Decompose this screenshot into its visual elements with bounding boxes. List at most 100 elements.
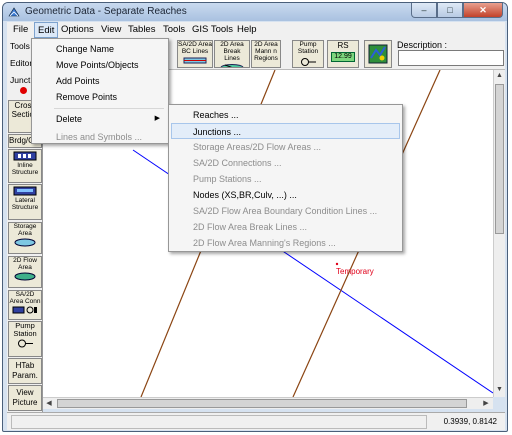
break-lines-icon — [220, 64, 244, 67]
storage-area-icon — [14, 238, 36, 247]
map-layers-button[interactable] — [364, 40, 392, 68]
menu-gis-tools[interactable]: GIS Tools — [192, 24, 233, 35]
menu-help[interactable]: Help — [237, 24, 257, 35]
geometric-data-window: Geometric Data - Separate Reaches – □ ✕ … — [2, 2, 508, 432]
close-button[interactable]: ✕ — [463, 3, 503, 18]
inline-structure-icon — [13, 151, 37, 161]
river-station-button[interactable]: RS 12.99 — [327, 40, 359, 68]
sa2d-area-conn-button[interactable]: SA/2D Area Conn — [8, 290, 42, 320]
area-mannings-regions-button[interactable]: 2D Area Mann n Regions — [251, 40, 281, 68]
pump-station-tool-label: Pump Station — [297, 41, 319, 55]
minimize-button[interactable]: – — [411, 3, 437, 18]
pump-icon — [301, 58, 316, 66]
menu-item-delete[interactable]: Delete ▶ — [32, 111, 168, 127]
rs-value: 12.99 — [331, 52, 355, 62]
menu-options[interactable]: Options — [61, 24, 94, 35]
view-picture-label: View Picture — [12, 388, 38, 407]
description-field[interactable] — [398, 50, 504, 66]
remove-points-label: Remove Points — [56, 92, 118, 102]
edit-menu: Change Name Move Points/Objects Add Poin… — [31, 38, 169, 144]
sa2d-area-bc-lines-button[interactable]: SA/2D Area BC Lines — [177, 40, 213, 68]
submenu-item-junctions[interactable]: Junctions ... — [171, 123, 400, 139]
area-break-lines-label: 2D Area Break Lines — [220, 41, 244, 62]
sa2d-conn-icon — [12, 306, 37, 314]
sa2d-connections-label: SA/2D Connections ... — [193, 158, 282, 168]
bc-lines-label: SA/2D Flow Area Boundary Condition Lines… — [193, 206, 378, 216]
htab-param-label: HTab Param. — [12, 361, 38, 380]
view-picture-button[interactable]: View Picture — [8, 385, 42, 411]
delete-label: Delete — [56, 114, 83, 124]
submenu-item-nodes[interactable]: Nodes (XS,BR,Culv, ...) ... — [169, 187, 402, 203]
area-mannings-regions-label: 2D Area Mann n Regions — [254, 41, 278, 62]
move-points-label: Move Points/Objects — [56, 60, 139, 70]
menu-separator — [54, 108, 164, 109]
storage-area-button[interactable]: Storage Area — [8, 222, 42, 254]
submenu-arrow-icon: ▶ — [154, 115, 160, 122]
flow-area-2d-button[interactable]: 2D Flow Area — [8, 256, 42, 288]
menu-item-remove-points[interactable]: Remove Points — [32, 89, 168, 105]
pump-stations-label: Pump Stations ... — [193, 174, 262, 184]
title-bar[interactable]: Geometric Data - Separate Reaches – □ ✕ — [3, 3, 507, 21]
pump-station-icon — [18, 339, 33, 348]
sa2d-area-conn-label: SA/2D Area Conn — [9, 291, 41, 305]
submenu-item-storage-areas: Storage Areas/2D Flow Areas ... — [169, 139, 402, 155]
htab-param-button[interactable]: HTab Param. — [8, 358, 42, 384]
menu-file[interactable]: File — [13, 24, 28, 35]
hec-ras-app-icon — [8, 7, 20, 17]
pump-station-tool-button[interactable]: Pump Station — [292, 40, 324, 68]
pump-station-button[interactable]: Pump Station — [8, 321, 42, 357]
menu-tables[interactable]: Tables — [128, 24, 155, 35]
lateral-structure-label: Lateral Structure — [11, 197, 39, 211]
horizontal-scrollbar[interactable]: ◀ ▶ — [43, 397, 493, 409]
sa2d-area-bc-lines-label: SA/2D Area BC Lines — [178, 41, 212, 55]
lines-and-symbols-label: Lines and Symbols ... — [56, 132, 143, 142]
cursor-coordinates: 0.3939, 0.8142 — [443, 417, 497, 426]
horizontal-scroll-thumb[interactable] — [57, 399, 467, 408]
temporary-label: Temporary — [336, 267, 374, 276]
scroll-down-arrow-icon[interactable]: ▼ — [494, 384, 505, 396]
pump-station-label: Pump Station — [13, 321, 37, 338]
junctions-label: Junctions ... — [193, 127, 242, 137]
submenu-item-sa2d-connections: SA/2D Connections ... — [169, 155, 402, 171]
storage-area-label: Storage Area — [13, 223, 37, 237]
lateral-structure-button[interactable]: Lateral Structure — [8, 184, 42, 220]
reaches-label: Reaches ... — [193, 110, 239, 120]
scroll-right-arrow-icon[interactable]: ▶ — [480, 398, 492, 409]
menu-view[interactable]: View — [101, 24, 121, 35]
submenu-item-mannings-regions: 2D Flow Area Manning's Regions ... — [169, 235, 402, 251]
submenu-item-break-lines: 2D Flow Area Break Lines ... — [169, 219, 402, 235]
temporary-point[interactable] — [335, 262, 339, 266]
menu-item-move-points[interactable]: Move Points/Objects — [32, 57, 168, 73]
nodes-label: Nodes (XS,BR,Culv, ...) ... — [193, 190, 297, 200]
vertical-scrollbar[interactable]: ▲ ▼ — [493, 70, 505, 397]
menu-bar: File Edit Options View Tables Tools GIS … — [7, 22, 505, 38]
window-controls: – □ ✕ — [411, 3, 503, 18]
inline-structure-button[interactable]: Inline Structure — [8, 149, 42, 183]
scroll-left-arrow-icon[interactable]: ◀ — [43, 398, 55, 409]
break-lines-label: 2D Flow Area Break Lines ... — [193, 222, 308, 232]
maximize-button[interactable]: □ — [437, 3, 463, 18]
submenu-item-pump-stations: Pump Stations ... — [169, 171, 402, 187]
inline-structure-label: Inline Structure — [11, 162, 39, 176]
area-break-lines-button[interactable]: 2D Area Break Lines — [214, 40, 250, 68]
menu-edit[interactable]: Edit — [34, 22, 59, 38]
submenu-item-reaches[interactable]: Reaches ... — [169, 107, 402, 123]
junction-dot-icon[interactable] — [19, 86, 28, 95]
description-label: Description : — [397, 40, 448, 50]
delete-submenu: Reaches ... Junctions ... Storage Areas/… — [168, 104, 403, 252]
scroll-up-arrow-icon[interactable]: ▲ — [494, 70, 505, 82]
mannings-regions-label: 2D Flow Area Manning's Regions ... — [193, 238, 336, 248]
change-name-label: Change Name — [56, 44, 115, 54]
status-message-pane — [11, 415, 427, 429]
map-icon — [368, 44, 388, 64]
storage-areas-label: Storage Areas/2D Flow Areas ... — [193, 142, 322, 152]
window-title: Geometric Data - Separate Reaches — [25, 6, 187, 17]
menu-item-change-name[interactable]: Change Name — [32, 41, 168, 57]
vertical-scroll-thumb[interactable] — [495, 84, 504, 234]
add-points-label: Add Points — [56, 76, 100, 86]
menu-item-add-points[interactable]: Add Points — [32, 73, 168, 89]
submenu-item-bc-lines: SA/2D Flow Area Boundary Condition Lines… — [169, 203, 402, 219]
lateral-structure-icon — [13, 186, 37, 196]
status-bar: 0.3939, 0.8142 — [7, 412, 505, 430]
menu-tools[interactable]: Tools — [163, 24, 185, 35]
